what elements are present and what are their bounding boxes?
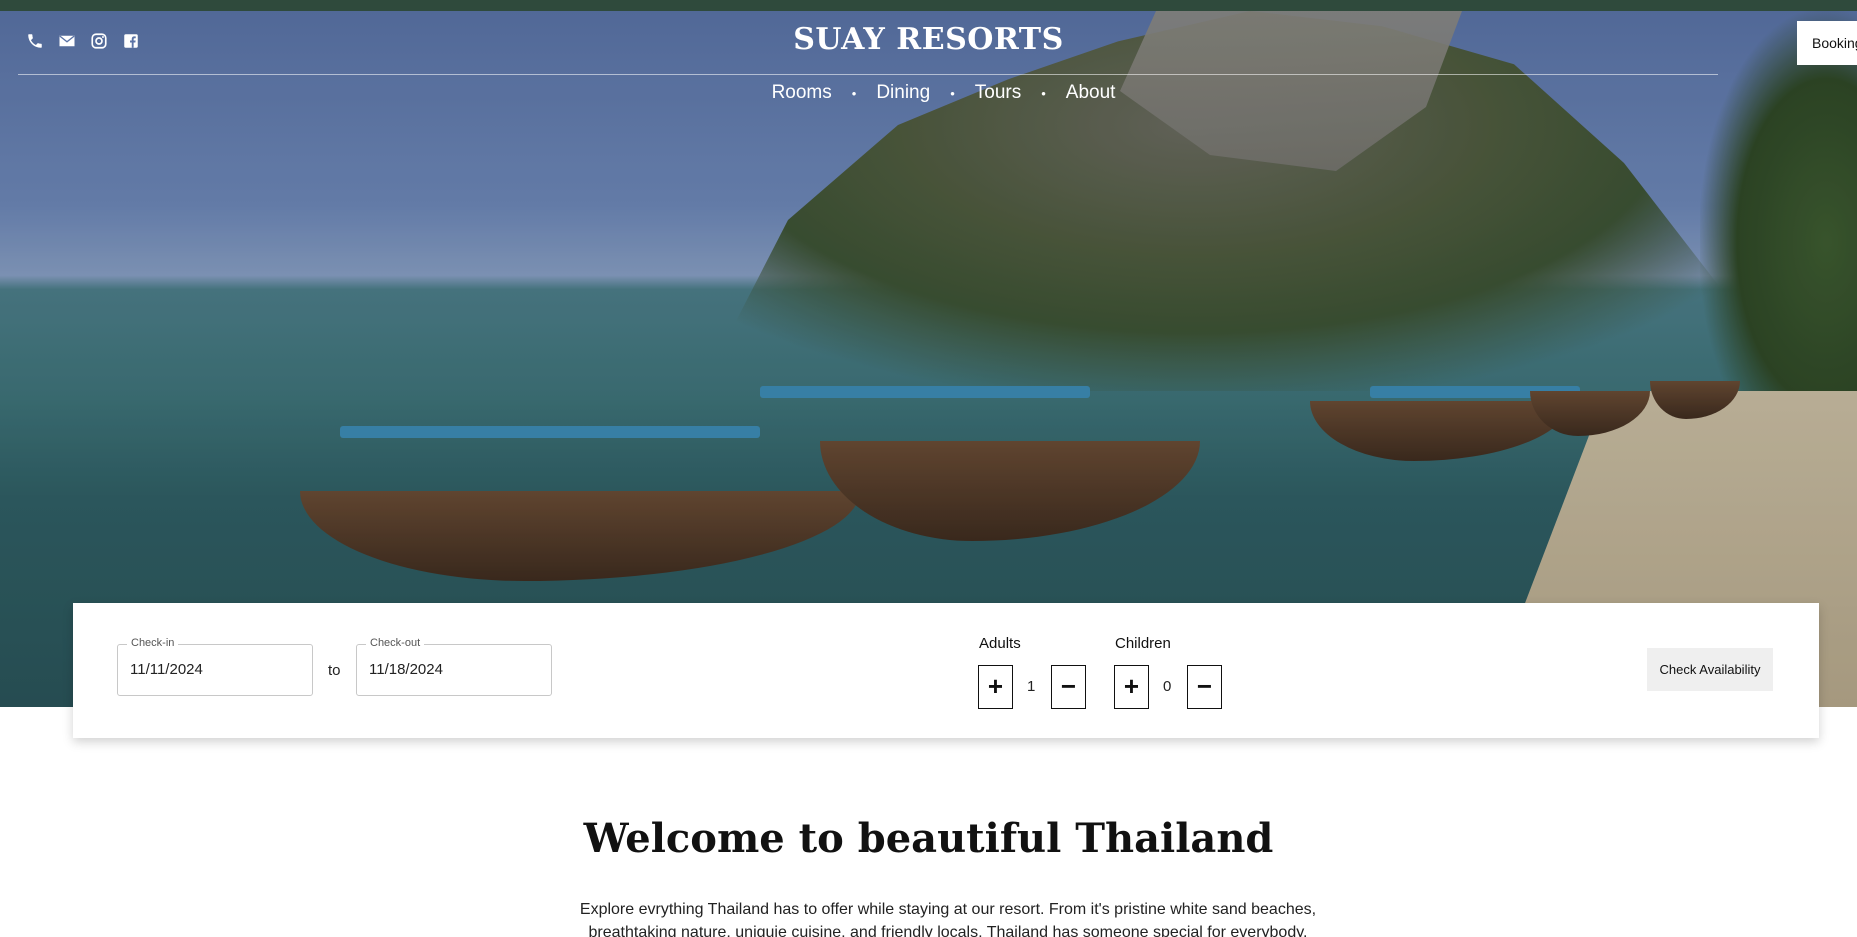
children-decrement-button[interactable]: − [1187, 665, 1222, 709]
nav-separator: • [851, 85, 857, 101]
brand-logo[interactable]: SUAY RESORTS [0, 22, 1857, 57]
checkin-label: Check-in [127, 637, 179, 649]
nav-separator: • [950, 85, 955, 101]
main-nav: Rooms • Dining • Tours • About [0, 82, 1857, 104]
children-label: Children [1115, 635, 1171, 652]
adults-count: 1 [1027, 678, 1036, 695]
intro-paragraph: Explore evrything Thailand has to offer … [579, 901, 1317, 937]
adults-label: Adults [979, 635, 1021, 652]
checkout-value: 11/18/2024 [369, 661, 443, 678]
availability-search-card: Check-in 11/11/2024 to Check-out 11/18/2… [73, 603, 1819, 738]
adults-increment-button[interactable]: + [978, 665, 1013, 709]
header-divider [18, 74, 1718, 75]
nav-item-about[interactable]: About [1056, 82, 1126, 104]
adults-decrement-button[interactable]: − [1051, 665, 1086, 709]
page-title: Welcome to beautiful Thailand [583, 815, 1274, 862]
nav-item-tours[interactable]: Tours [965, 82, 1031, 104]
date-range-separator: to [328, 662, 341, 679]
checkout-label: Check-out [366, 637, 425, 649]
booking-button[interactable]: Booking [1797, 21, 1857, 65]
top-accent-bar [0, 0, 1857, 11]
checkin-value: 11/11/2024 [130, 661, 203, 678]
nav-item-rooms[interactable]: Rooms [762, 82, 842, 104]
nav-item-dining[interactable]: Dining [866, 82, 940, 104]
nav-separator: • [1041, 85, 1046, 101]
children-count: 0 [1163, 678, 1172, 695]
children-increment-button[interactable]: + [1114, 665, 1149, 709]
checkout-field[interactable]: Check-out 11/18/2024 [356, 637, 552, 696]
check-availability-button[interactable]: Check Availability [1647, 648, 1773, 691]
checkin-field[interactable]: Check-in 11/11/2024 [117, 637, 313, 696]
